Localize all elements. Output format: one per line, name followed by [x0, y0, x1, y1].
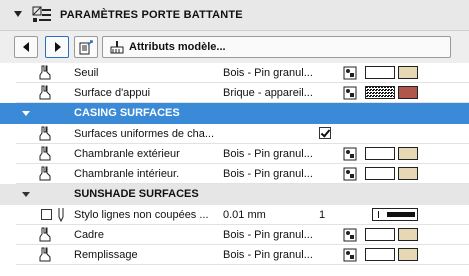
collapse-arrow-icon[interactable] — [22, 192, 30, 197]
surface-row-appui[interactable]: Surface d'appui Brique - appareil... — [16, 83, 469, 103]
row-checkbox[interactable] — [41, 209, 52, 220]
material-value[interactable]: Brique - appareil... — [223, 87, 313, 99]
line-type-swatch[interactable] — [372, 208, 418, 221]
pattern-swatch[interactable] — [365, 86, 395, 99]
paint-brush-icon — [110, 41, 124, 54]
panel-title: PARAMÈTRES PORTE BATTANTE — [60, 9, 243, 21]
color-swatch[interactable] — [398, 228, 418, 241]
attributes-dropdown[interactable]: Attributs modèle... — [102, 36, 451, 58]
arrow-right-icon — [55, 42, 61, 52]
brush-icon — [39, 85, 51, 100]
material-value[interactable]: Bois - Pin granul... — [223, 168, 313, 180]
material-value[interactable]: Bois - Pin granul... — [223, 229, 313, 241]
section-casing-surfaces[interactable]: CASING SURFACES — [0, 103, 469, 124]
pattern-swatch[interactable] — [365, 147, 395, 160]
pen-number[interactable]: 1 — [319, 209, 325, 221]
surface-row-seuil[interactable]: Seuil Bois - Pin granul... — [16, 63, 469, 83]
material-value[interactable]: Bois - Pin granul... — [223, 67, 313, 79]
surface-row-cadre[interactable]: Cadre Bois - Pin granul... — [16, 225, 469, 245]
pattern-swatch[interactable] — [365, 66, 395, 79]
row-label: Chambranle intérieur. — [74, 168, 180, 180]
material-value[interactable]: Bois - Pin granul... — [223, 249, 313, 261]
document-settings-button[interactable] — [74, 36, 98, 58]
row-label: Surface d'appui — [74, 87, 151, 99]
brush-icon — [39, 146, 51, 161]
material-picker-icon[interactable] — [343, 248, 357, 262]
brush-icon — [39, 227, 51, 242]
pattern-swatch[interactable] — [365, 248, 395, 261]
pattern-swatch[interactable] — [365, 228, 395, 241]
line-tick — [378, 211, 379, 218]
next-button[interactable] — [45, 36, 69, 58]
material-value[interactable]: Bois - Pin granul... — [223, 148, 313, 160]
row-label: Seuil — [74, 67, 99, 79]
door-settings-icon — [32, 6, 51, 22]
uniform-surfaces-row[interactable]: Surfaces uniformes de cha... — [16, 124, 469, 144]
left-gutter — [0, 63, 16, 276]
surface-row-chambranle-interieur[interactable]: Chambranle intérieur. Bois - Pin granul.… — [16, 164, 469, 184]
material-picker-icon[interactable] — [343, 147, 357, 161]
arrow-left-icon — [23, 42, 29, 52]
panel-header[interactable]: PARAMÈTRES PORTE BATTANTE — [0, 0, 469, 31]
line-bar — [387, 212, 415, 217]
color-swatch[interactable] — [398, 147, 418, 160]
collapse-arrow-icon[interactable] — [22, 111, 30, 116]
color-swatch[interactable] — [398, 167, 418, 180]
attributes-label: Attributs modèle... — [129, 41, 226, 53]
section-title: SUNSHADE SURFACES — [74, 188, 199, 200]
color-swatch[interactable] — [398, 86, 418, 99]
toolbar: Attributs modèle... — [0, 31, 469, 63]
collapse-arrow-icon[interactable] — [14, 11, 22, 17]
brush-icon — [39, 65, 51, 80]
brush-icon — [39, 126, 51, 141]
surface-row-chambranle-exterieur[interactable]: Chambranle extérieur Bois - Pin granul..… — [16, 144, 469, 164]
document-arrow-icon — [79, 40, 93, 55]
brush-icon — [39, 166, 51, 181]
uncut-lines-pen-row[interactable]: Stylo lignes non coupées ... 0.01 mm 1 — [16, 205, 469, 225]
pattern-swatch[interactable] — [365, 167, 395, 180]
row-label: Cadre — [74, 229, 104, 241]
row-label: Surfaces uniformes de cha... — [74, 128, 215, 140]
material-picker-icon[interactable] — [343, 66, 357, 80]
section-sunshade-surfaces[interactable]: SUNSHADE SURFACES — [0, 184, 469, 205]
row-label: Remplissage — [74, 249, 138, 261]
material-picker-icon[interactable] — [343, 228, 357, 242]
surface-row-remplissage[interactable]: Remplissage Bois - Pin granul... — [16, 245, 469, 265]
color-swatch[interactable] — [398, 248, 418, 261]
uniform-surfaces-checkbox[interactable] — [319, 127, 331, 139]
row-label: Stylo lignes non coupées ... — [74, 209, 209, 221]
previous-button[interactable] — [14, 36, 38, 58]
color-swatch[interactable] — [398, 66, 418, 79]
pen-icon — [58, 208, 64, 223]
material-picker-icon[interactable] — [343, 86, 357, 100]
section-title: CASING SURFACES — [74, 107, 180, 119]
row-label: Chambranle extérieur — [74, 148, 180, 160]
material-picker-icon[interactable] — [343, 167, 357, 181]
pen-thickness-value[interactable]: 0.01 mm — [223, 209, 266, 221]
brush-icon — [39, 247, 51, 262]
